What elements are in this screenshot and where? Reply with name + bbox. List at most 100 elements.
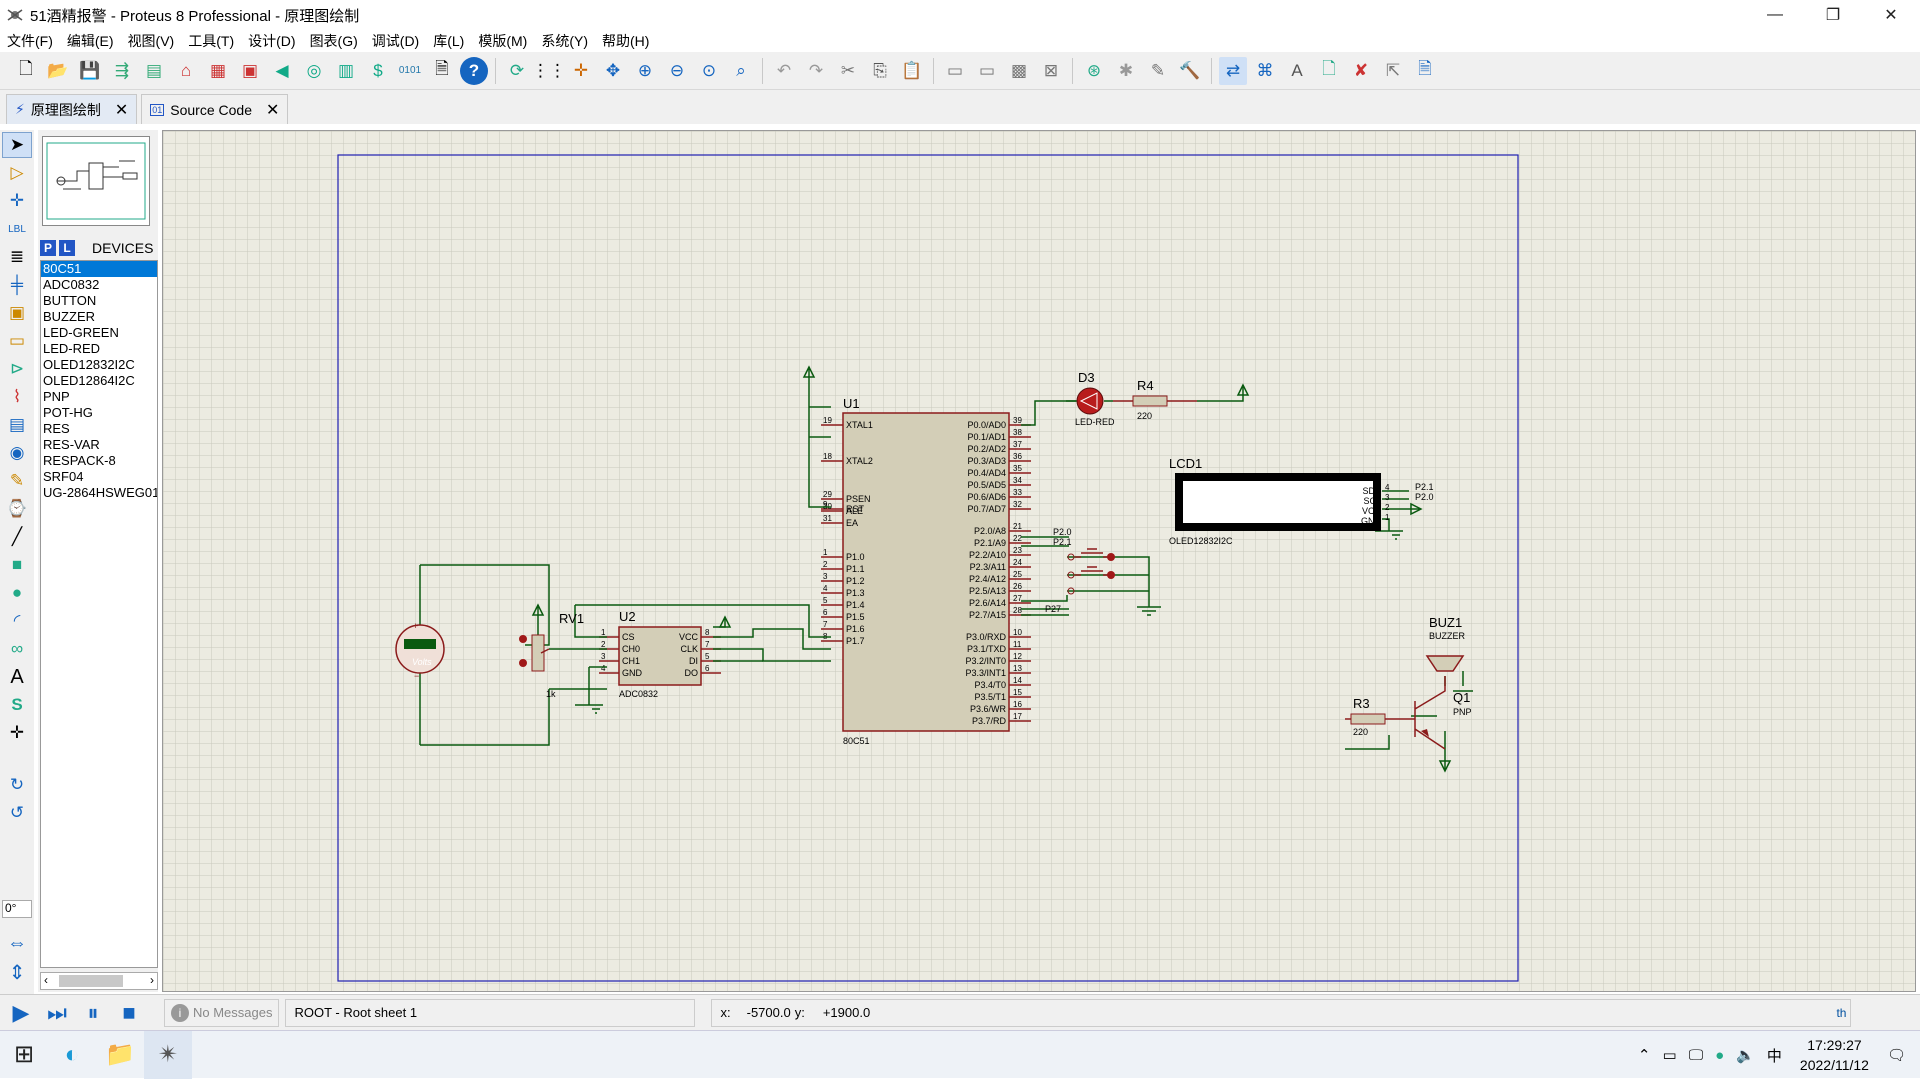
notifications-icon[interactable]: 🗨 [1887, 1046, 1906, 1064]
close-tab-icon[interactable]: ✕ [266, 100, 279, 120]
back-icon[interactable]: ◀ [268, 57, 296, 85]
rotation-angle-field[interactable]: 0° [2, 900, 32, 918]
refresh-icon[interactable]: ⟳ [503, 57, 531, 85]
menu-help[interactable]: 帮助(H) [595, 31, 656, 51]
menu-template[interactable]: 模版(M) [471, 31, 534, 51]
bus-icon[interactable]: ╪ [2, 272, 32, 298]
path-icon[interactable]: ∞ [2, 636, 32, 662]
battery-icon[interactable]: ▭ [1663, 1046, 1677, 1064]
copy-icon[interactable]: ⎘ [866, 57, 894, 85]
block-rotate-icon[interactable]: ▩ [1005, 57, 1033, 85]
library-manager-button[interactable]: L [59, 240, 75, 256]
list-item[interactable]: OLED12832I2C [41, 357, 157, 373]
network-icon[interactable]: 🖵 [1689, 1047, 1703, 1064]
generator-icon[interactable]: ◉ [2, 440, 32, 466]
arc-icon[interactable]: ◜ [2, 608, 32, 634]
volume-icon[interactable]: 🔈 [1736, 1046, 1755, 1064]
redo-icon[interactable]: ↷ [802, 57, 830, 85]
stop-icon[interactable]: ■ [114, 998, 144, 1028]
voltage-probe-icon[interactable]: ✎ [2, 468, 32, 494]
property-assignment-icon[interactable]: A [1283, 57, 1311, 85]
mirror-vertical-icon[interactable]: ⇕ [2, 960, 32, 986]
file-explorer-icon[interactable]: 📁 [96, 1031, 144, 1079]
save-icon[interactable]: 💾 [76, 57, 104, 85]
play-icon[interactable]: ▶ [6, 998, 36, 1028]
list-item[interactable]: 80C51 [41, 261, 157, 277]
menu-tools[interactable]: 工具(T) [181, 31, 241, 51]
symbol-icon[interactable]: S [2, 692, 32, 718]
virtual-instruments-icon[interactable]: ⌚ [2, 496, 32, 522]
step-icon[interactable]: ⏭ [42, 998, 72, 1028]
edge-browser-icon[interactable]: ◐ [48, 1031, 96, 1079]
list-item[interactable]: OLED12864I2C [41, 373, 157, 389]
menu-edit[interactable]: 编辑(E) [60, 31, 121, 51]
search-tag-icon[interactable]: ⌘ [1251, 57, 1279, 85]
origin-icon[interactable]: ✛ [567, 57, 595, 85]
new-sheet-icon[interactable]: 🗋 [1315, 57, 1343, 85]
zoom-in-icon[interactable]: ⊕ [631, 57, 659, 85]
circle-icon[interactable]: ● [2, 580, 32, 606]
home-icon[interactable]: ⌂ [172, 57, 200, 85]
close-window-button[interactable]: ✕ [1862, 0, 1920, 30]
menu-system[interactable]: 系统(Y) [534, 31, 595, 51]
list-item[interactable]: LED-RED [41, 341, 157, 357]
marker-icon[interactable]: ✛ [2, 720, 32, 746]
block-delete-icon[interactable]: ⊠ [1037, 57, 1065, 85]
list-item[interactable]: SRF04 [41, 469, 157, 485]
list-item[interactable]: RES-VAR [41, 437, 157, 453]
proteus-taskbar-icon[interactable]: ✴ [144, 1030, 192, 1079]
device-list-scrollbar[interactable]: ‹ › [40, 972, 158, 990]
minimize-button[interactable]: — [1746, 0, 1804, 30]
scrollbar-thumb[interactable] [59, 975, 123, 987]
dollar-icon[interactable]: $ [364, 57, 392, 85]
list-item[interactable]: PNP [41, 389, 157, 405]
exit-parent-icon[interactable]: ⇱ [1379, 57, 1407, 85]
schematic-canvas[interactable]: U1 80C51 19 XTAL1 18 XTAL2 9 RST 29 PSEN 30 ALE 31… [162, 130, 1916, 992]
mirror-horizontal-icon[interactable]: ⇔ [2, 932, 32, 958]
binary-icon[interactable]: 0101 [396, 57, 424, 85]
rotate-clockwise-icon[interactable]: ↻ [2, 772, 32, 798]
paste-icon[interactable]: 📋 [898, 57, 926, 85]
zoom-out-icon[interactable]: ⊖ [663, 57, 691, 85]
menu-debug[interactable]: 调试(D) [365, 31, 426, 51]
graph-icon[interactable]: ⌇ [2, 384, 32, 410]
new-file-icon[interactable]: 🗋 [12, 57, 40, 85]
tray-chevron-up-icon[interactable]: ⌃ [1638, 1046, 1651, 1064]
export-icon[interactable]: ▤ [140, 57, 168, 85]
component-mode-icon[interactable]: ▷ [2, 160, 32, 186]
block-copy-icon[interactable]: ▭ [941, 57, 969, 85]
chip-icon[interactable]: ▣ [236, 57, 264, 85]
pick-device-button[interactable]: P [40, 240, 56, 256]
windows-start-icon[interactable]: ⊞ [0, 1031, 48, 1079]
list-item[interactable]: BUTTON [41, 293, 157, 309]
wechat-icon[interactable]: ● [1715, 1047, 1724, 1064]
list-item[interactable]: BUZZER [41, 309, 157, 325]
scroll-right-icon[interactable]: › [150, 973, 154, 987]
schematic-icon[interactable]: ▦ [204, 57, 232, 85]
open-folder-icon[interactable]: 📂 [44, 57, 72, 85]
subcircuit-icon[interactable]: ▣ [2, 300, 32, 326]
overview-preview[interactable] [42, 136, 150, 226]
pan-icon[interactable]: ✥ [599, 57, 627, 85]
menu-design[interactable]: 设计(D) [241, 31, 302, 51]
zoom-all-icon[interactable]: ⊙ [695, 57, 723, 85]
ime-indicator[interactable]: 中 [1767, 1045, 1782, 1066]
tape-recorder-icon[interactable]: ▤ [2, 412, 32, 438]
system-clock[interactable]: 17:29:27 2022/11/12 [1800, 1035, 1869, 1075]
close-tab-icon[interactable]: ✕ [115, 100, 128, 120]
rotate-anticlockwise-icon[interactable]: ↺ [2, 800, 32, 826]
electrical-rule-check-icon[interactable]: 🗎 [1411, 57, 1439, 85]
junction-dot-icon[interactable]: ✛ [2, 188, 32, 214]
bom-icon[interactable]: ▥ [332, 57, 360, 85]
zoom-area-icon[interactable]: ⌕ [727, 57, 755, 85]
gallery-icon[interactable]: ◎ [300, 57, 328, 85]
make-device-icon[interactable]: ✱ [1112, 57, 1140, 85]
list-item[interactable]: LED-GREEN [41, 325, 157, 341]
menu-view[interactable]: 视图(V) [121, 31, 182, 51]
cut-icon[interactable]: ✂ [834, 57, 862, 85]
tab-schematic-capture[interactable]: ⚡ 原理图绘制 ✕ [6, 94, 138, 124]
line-icon[interactable]: ╱ [2, 524, 32, 550]
message-indicator[interactable]: i No Messages [164, 998, 280, 1027]
block-move-icon[interactable]: ▭ [973, 57, 1001, 85]
grid-icon[interactable]: ⋮⋮ [532, 57, 566, 85]
